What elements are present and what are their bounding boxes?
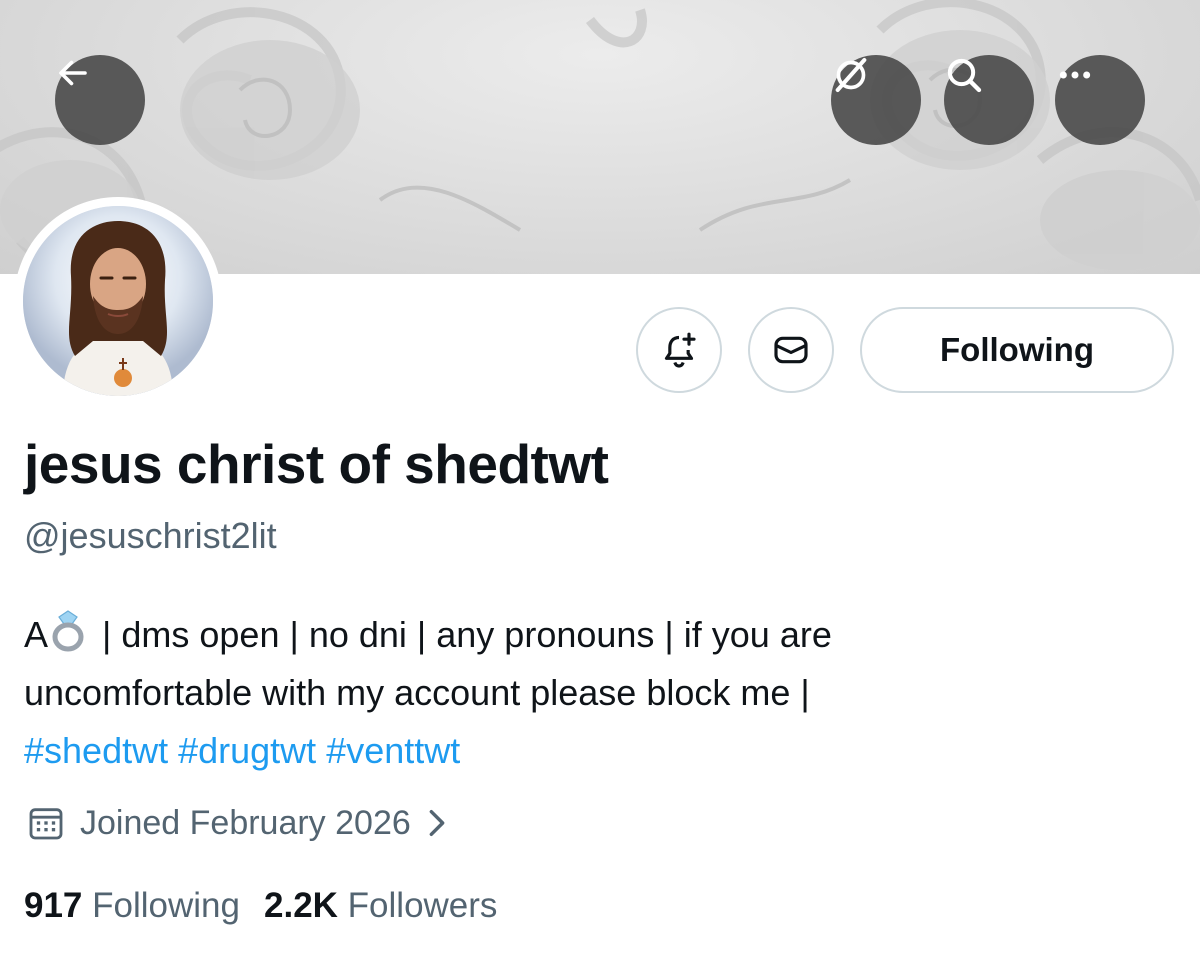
arrow-left-icon [59, 60, 87, 86]
following-link[interactable]: 917 Following [24, 886, 240, 925]
notifications-button[interactable] [636, 307, 722, 393]
grok-button[interactable] [831, 55, 921, 145]
bio-hashtags: #shedtwt #drugtwt #venttwt [24, 722, 1174, 780]
followers-label: Followers [347, 886, 498, 925]
back-button[interactable] [55, 55, 145, 145]
following-count: 917 [24, 886, 83, 925]
follow-stats: 917 Following 2.2K Followers [24, 886, 497, 926]
joined-date-row[interactable]: Joined February 2026 [26, 803, 449, 843]
more-icon [1059, 71, 1091, 79]
username-handle: @jesuschrist2lit [24, 515, 277, 556]
bio-prefix: A [24, 614, 49, 655]
search-icon [947, 58, 982, 93]
search-button[interactable] [944, 55, 1034, 145]
grok-icon [835, 58, 867, 92]
bio-text-line-2: uncomfortable with my account please blo… [24, 672, 810, 713]
avatar[interactable] [14, 197, 222, 405]
calendar-icon [29, 808, 63, 840]
joined-date-text: Joined February 2026 [80, 803, 411, 842]
following-label: Following [92, 886, 240, 925]
hashtag-link[interactable]: #venttwt [326, 730, 460, 771]
bell-plus-icon [664, 332, 696, 368]
profile-bio: A | dms open | no dni | any pronouns | i… [24, 606, 1174, 780]
hashtag-link[interactable]: #drugtwt [178, 730, 316, 771]
more-button[interactable] [1055, 55, 1145, 145]
chevron-right-icon [429, 809, 445, 837]
followers-link[interactable]: 2.2K Followers [264, 886, 497, 925]
hashtag-link[interactable]: #shedtwt [24, 730, 168, 771]
bio-text-line-1: | dms open | no dni | any pronouns | if … [92, 614, 832, 655]
ring-icon [52, 610, 84, 652]
bio-line-1: A | dms open | no dni | any pronouns | i… [24, 606, 1174, 664]
following-button[interactable]: Following [860, 307, 1174, 393]
jesus-portrait-image [23, 206, 213, 396]
envelope-icon [774, 336, 808, 364]
display-name: jesus christ of shedtwt [24, 433, 609, 495]
message-button[interactable] [748, 307, 834, 393]
followers-count: 2.2K [264, 886, 338, 925]
avatar-image [23, 206, 213, 396]
